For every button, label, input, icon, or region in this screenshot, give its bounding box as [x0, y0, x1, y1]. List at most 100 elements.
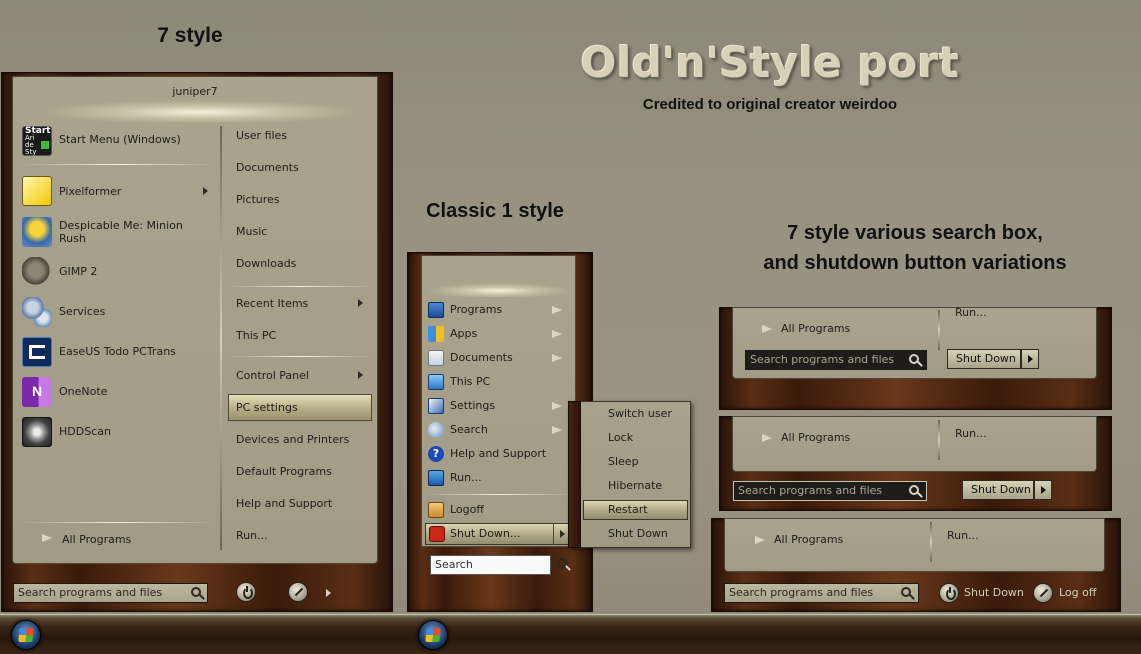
- right-item-default-programs[interactable]: Default Programs: [236, 465, 332, 479]
- right-item-this-pc[interactable]: This PC: [236, 329, 276, 343]
- hddscan-icon: [22, 417, 52, 447]
- variant-2-all-programs[interactable]: All Programs: [781, 431, 850, 445]
- computer-icon: [428, 374, 444, 390]
- variant-3-run[interactable]: Run...: [947, 529, 979, 543]
- submenu-arrow-icon: [203, 187, 208, 195]
- power-options-arrow-icon[interactable]: [326, 589, 331, 597]
- variant-3-all-programs[interactable]: All Programs: [774, 533, 843, 547]
- program-item-onenote[interactable]: N OneNote: [20, 377, 216, 407]
- page-title: Old'n'Style port: [580, 38, 960, 87]
- column-divider: [220, 126, 222, 550]
- classic-separator: [426, 494, 572, 495]
- heading-variations-2: and shutdown button variations: [763, 252, 1067, 274]
- start-menu-icon: Start Ari de Sty: [22, 126, 52, 156]
- classic-item-logoff[interactable]: Logoff: [426, 500, 572, 520]
- submenu-hibernate[interactable]: Hibernate: [608, 479, 662, 493]
- classic-item-run[interactable]: Run...: [426, 468, 572, 488]
- submenu-arrow-icon: [552, 426, 562, 434]
- submenu-switch-user[interactable]: Switch user: [608, 407, 672, 421]
- logoff-icon[interactable]: [1033, 583, 1053, 603]
- classic-item-search[interactable]: Search: [426, 420, 572, 440]
- classic-item-label: This PC: [450, 375, 491, 388]
- variant-2-search-input[interactable]: Search programs and files: [733, 481, 927, 501]
- variant-2-shutdown-button[interactable]: Shut Down: [962, 480, 1034, 500]
- variant-2-shutdown-arrow[interactable]: [1034, 480, 1052, 500]
- right-item-downloads[interactable]: Downloads: [236, 257, 296, 271]
- start-orb-icon[interactable]: [11, 620, 41, 650]
- submenu-restart[interactable]: Restart: [608, 503, 648, 517]
- minion-icon: [22, 217, 52, 247]
- username-label: juniper7: [172, 85, 218, 98]
- program-item-easeus[interactable]: EaseUS Todo PCTrans: [20, 337, 216, 367]
- right-separator: [228, 286, 372, 287]
- classic-item-apps[interactable]: Apps: [426, 324, 572, 344]
- program-label-line2: Rush: [59, 232, 86, 245]
- variant-1-search-input[interactable]: Search programs and files: [745, 350, 927, 370]
- seven-search-input[interactable]: Search programs and files: [13, 583, 208, 603]
- program-item-pixelformer[interactable]: Pixelformer: [20, 176, 216, 206]
- logoff-icon[interactable]: [288, 582, 308, 602]
- right-item-devices-printers[interactable]: Devices and Printers: [236, 433, 349, 447]
- variant-3-shutdown-label[interactable]: Shut Down: [964, 586, 1024, 600]
- submenu-arrow-icon: [552, 330, 562, 338]
- all-programs-label: All Programs: [62, 533, 132, 546]
- variant-1-all-programs[interactable]: All Programs: [781, 322, 850, 336]
- apps-icon: [428, 326, 444, 342]
- all-programs-button[interactable]: All Programs: [30, 530, 210, 548]
- classic-item-label: Apps: [450, 327, 478, 340]
- column-divider: [930, 522, 932, 562]
- variant-3-search-input[interactable]: Search programs and files: [724, 583, 919, 603]
- variant-2-run[interactable]: Run...: [955, 427, 987, 441]
- program-item-minion-rush[interactable]: Despicable Me: Minion Rush: [20, 217, 216, 247]
- program-label: EaseUS Todo PCTrans: [59, 345, 176, 358]
- classic-item-label: Settings: [450, 399, 496, 412]
- classic-item-this-pc[interactable]: This PC: [426, 372, 572, 392]
- right-item-documents[interactable]: Documents: [236, 161, 299, 175]
- program-label: Services: [59, 305, 106, 318]
- right-item-help-support[interactable]: Help and Support: [236, 497, 332, 511]
- classic-item-documents[interactable]: Documents: [426, 348, 572, 368]
- pixelformer-icon: [22, 176, 52, 206]
- program-item-services[interactable]: Services: [20, 297, 216, 327]
- classic-item-settings[interactable]: Settings: [426, 396, 572, 416]
- program-label: HDDScan: [59, 425, 111, 438]
- right-item-pictures[interactable]: Pictures: [236, 193, 280, 207]
- submenu-arrow-icon: [552, 306, 562, 314]
- classic-item-programs[interactable]: Programs: [426, 300, 572, 320]
- right-item-run[interactable]: Run...: [236, 529, 268, 543]
- program-label: OneNote: [59, 385, 108, 398]
- right-item-music[interactable]: Music: [236, 225, 267, 239]
- submenu-arrow-icon: [560, 530, 565, 538]
- submenu-arrow-icon: [358, 299, 363, 307]
- variant-1-shutdown-arrow[interactable]: [1021, 349, 1039, 369]
- shutdown-icon[interactable]: [236, 582, 256, 602]
- classic-item-label: Programs: [450, 303, 503, 316]
- program-item-start-menu[interactable]: Start Ari de Sty Start Menu (Windows): [20, 126, 216, 156]
- classic-search-input[interactable]: Search: [430, 555, 551, 575]
- help-icon: ?: [428, 446, 444, 462]
- column-divider: [938, 420, 940, 460]
- variant-3-logoff-label[interactable]: Log off: [1059, 586, 1096, 600]
- variant-1-shutdown-button[interactable]: Shut Down: [947, 349, 1021, 369]
- classic-item-label: Help and Support: [450, 447, 547, 460]
- variant-1-run[interactable]: Run...: [955, 306, 987, 320]
- onenote-icon: N: [22, 377, 52, 407]
- submenu-lock[interactable]: Lock: [608, 431, 633, 445]
- right-item-control-panel[interactable]: Control Panel: [236, 369, 309, 383]
- gears-icon: [22, 297, 52, 327]
- submenu-shut-down[interactable]: Shut Down: [608, 527, 668, 541]
- start-orb-icon[interactable]: [418, 620, 448, 650]
- classic-item-help[interactable]: ? Help and Support: [426, 444, 572, 464]
- shutdown-icon[interactable]: [939, 583, 959, 603]
- program-item-hddscan[interactable]: HDDScan: [20, 417, 216, 447]
- all-programs-arrow-icon: [762, 434, 772, 442]
- submenu-arrow-icon: [552, 354, 562, 362]
- classic-item-label: Search: [450, 423, 488, 436]
- search-icon: [909, 354, 919, 364]
- right-item-recent-items[interactable]: Recent Items: [236, 297, 308, 311]
- submenu-sleep[interactable]: Sleep: [608, 455, 639, 469]
- right-item-user-files[interactable]: User files: [236, 129, 287, 143]
- program-item-gimp[interactable]: GIMP 2: [20, 257, 216, 287]
- heading-classic-style: Classic 1 style: [426, 200, 564, 222]
- right-item-pc-settings[interactable]: PC settings: [236, 401, 298, 415]
